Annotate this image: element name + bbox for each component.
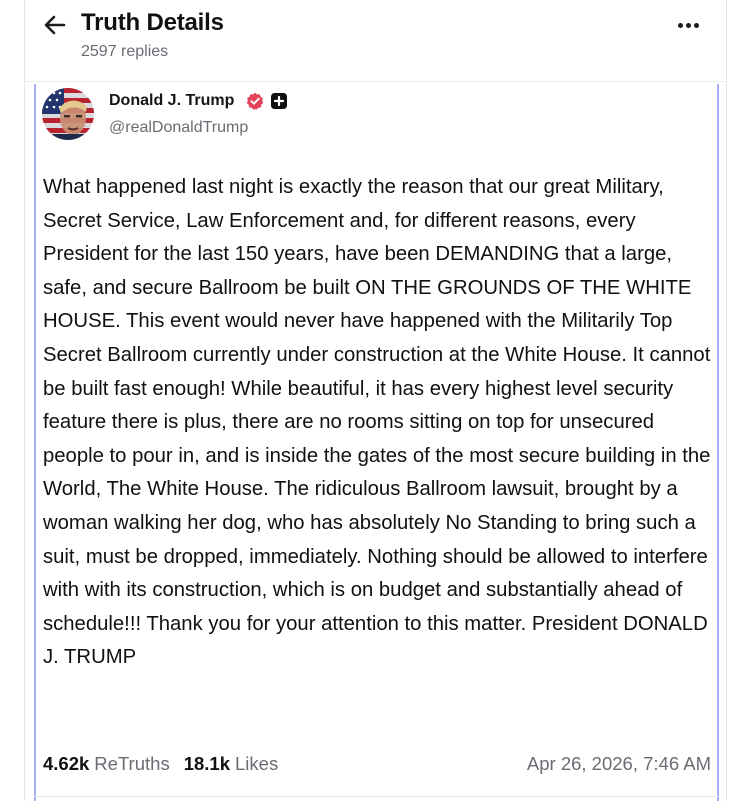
author-handle[interactable]: @realDonaldTrump — [109, 119, 248, 137]
header: Truth Details 2597 replies — [24, 0, 727, 80]
avatar[interactable] — [42, 88, 94, 140]
avatar-image — [42, 88, 94, 140]
truth-plus-icon — [271, 93, 287, 109]
likes-count[interactable]: 18.1k — [184, 750, 230, 778]
post-text: What happened last night is exactly the … — [43, 176, 711, 669]
replies-count: 2597 replies — [81, 43, 169, 60]
arrow-left-icon — [44, 15, 66, 35]
retruths-count[interactable]: 4.62k — [43, 750, 89, 778]
back-button[interactable] — [40, 10, 70, 40]
retruths-label[interactable]: ReTruths — [94, 750, 169, 778]
post-card: Donald J. Trump @realDonaldTrump What ha… — [34, 84, 719, 801]
post-bottom-divider — [34, 796, 719, 797]
post-stats: 4.62k ReTruths 18.1k Likes Apr 26, 2026,… — [43, 750, 715, 778]
post-timestamp: Apr 26, 2026, 7:46 AM — [526, 753, 711, 774]
header-divider — [24, 81, 727, 82]
more-options-button[interactable] — [673, 14, 703, 36]
author-name[interactable]: Donald J. Trump — [109, 92, 234, 110]
more-horizontal-icon — [677, 22, 683, 28]
page-title: Truth Details — [81, 9, 224, 36]
verified-badge-icon — [246, 92, 264, 110]
likes-label[interactable]: Likes — [235, 750, 278, 778]
